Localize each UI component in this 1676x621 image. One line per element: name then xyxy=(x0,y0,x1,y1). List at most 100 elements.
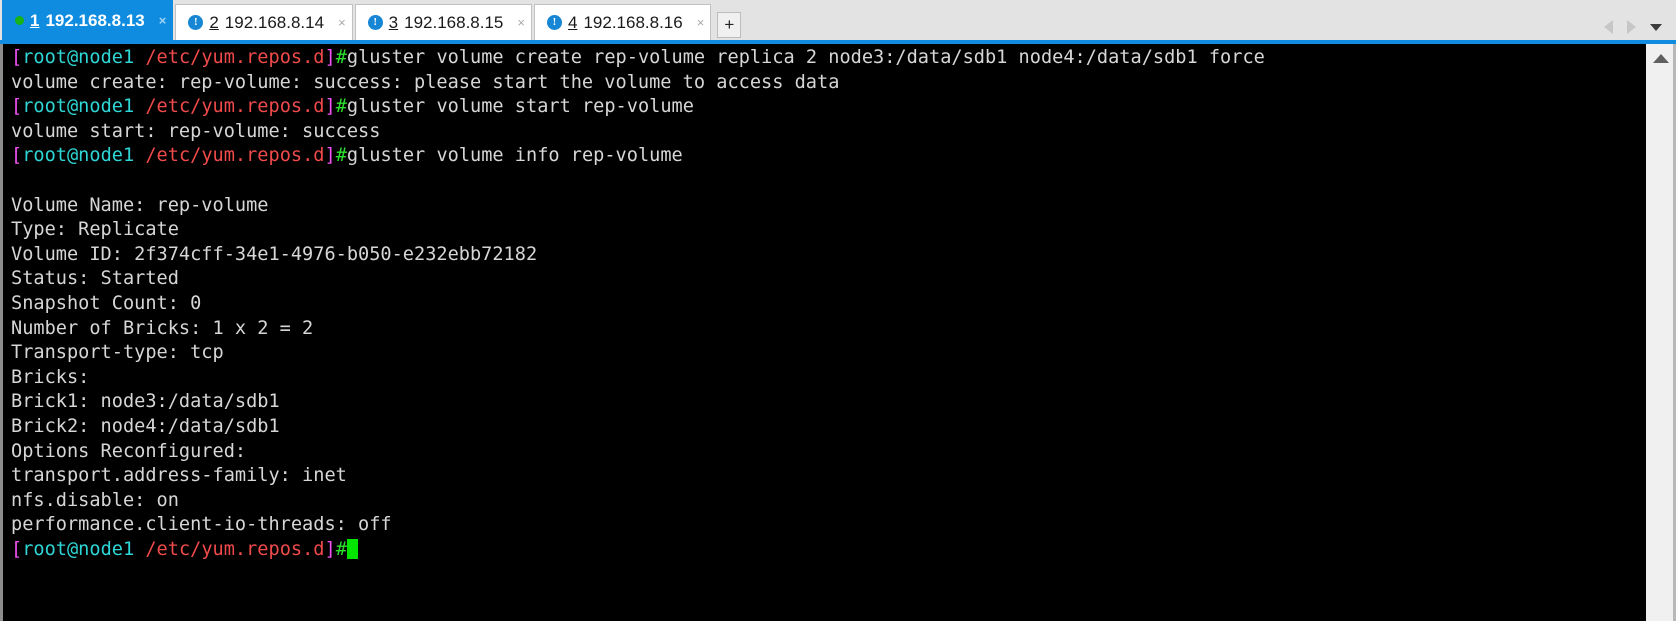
prompt-command: gluster volume start rep-volume xyxy=(346,96,694,118)
scrollbar-track[interactable] xyxy=(1646,72,1676,621)
terminal-output-line: volume create: rep-volume: success: plea… xyxy=(11,71,1645,96)
terminal-window: 1 192.168.8.13 ×! 2 192.168.8.14 ×! 3 192.16… xyxy=(0,0,1676,621)
terminal-prompt-line: [root@node1 /etc/yum.repos.d]#gluster vo… xyxy=(11,46,1645,71)
tab-index: 4 xyxy=(567,12,578,32)
output-text: Brick2: node4:/data/sdb1 xyxy=(11,415,280,437)
close-icon[interactable]: × xyxy=(338,16,346,29)
prompt-open-bracket: [ xyxy=(11,145,23,167)
prompt-path: /etc/yum.repos.d xyxy=(145,145,325,167)
terminal-output-line: Volume ID: 2f374cff-34e1-4976-b050-e232e… xyxy=(11,243,1645,268)
tab-label: 192.168.8.15 xyxy=(404,12,504,32)
tab-index: 2 xyxy=(209,12,219,32)
prompt-path: /etc/yum.repos.d xyxy=(145,538,325,560)
terminal-prompt-line: [root@node1 /etc/yum.repos.d]#gluster vo… xyxy=(11,144,1645,169)
output-text: volume create: rep-volume: success: plea… xyxy=(11,71,840,93)
triangle-right-icon[interactable] xyxy=(1627,20,1636,34)
output-text: nfs.disable: on xyxy=(11,489,179,511)
terminal-output-line: volume start: rep-volume: success xyxy=(11,120,1645,145)
prompt-open-bracket: [ xyxy=(11,47,23,68)
prompt-open-bracket: [ xyxy=(11,96,23,118)
info-exclamation-icon: ! xyxy=(367,15,383,30)
close-icon[interactable]: × xyxy=(697,16,705,29)
prompt-close-bracket: ] xyxy=(324,538,336,560)
output-text: volume start: rep-volume: success xyxy=(11,120,381,142)
output-text: Volume ID: 2f374cff-34e1-4976-b050-e232e… xyxy=(11,243,538,265)
output-text: Type: Replicate xyxy=(11,219,179,241)
terminal-output[interactable]: [root@node1 /etc/yum.repos.d]#gluster vo… xyxy=(0,44,1645,621)
terminal-prompt-line: [root@node1 /etc/yum.repos.d]#gluster vo… xyxy=(11,95,1645,120)
tab-192.168.8.13[interactable]: 1 192.168.8.13 × xyxy=(2,0,174,40)
green-dot-icon xyxy=(15,16,24,25)
output-text: Brick1: node3:/data/sdb1 xyxy=(11,391,280,413)
vertical-scrollbar[interactable] xyxy=(1645,44,1676,621)
terminal-output-line: transport.address-family: inet xyxy=(11,464,1645,489)
output-text: Transport-type: tcp xyxy=(11,342,224,364)
terminal-output-line: nfs.disable: on xyxy=(11,489,1645,514)
output-text: Snapshot Count: 0 xyxy=(11,292,202,314)
prompt-command: gluster volume create rep-volume replica… xyxy=(346,47,1265,68)
close-icon[interactable]: × xyxy=(159,14,167,27)
info-exclamation-icon: ! xyxy=(188,15,204,30)
tab-bar-controls xyxy=(1604,20,1676,40)
tab-index: 3 xyxy=(388,12,399,32)
prompt-close-bracket: ] xyxy=(324,145,336,167)
output-text: transport.address-family: inet xyxy=(11,465,347,487)
prompt-path: /etc/yum.repos.d xyxy=(145,47,325,68)
tab-192.168.8.16[interactable]: ! 4 192.168.8.16 × xyxy=(533,4,712,40)
output-text: Status: Started xyxy=(11,268,179,290)
prompt-command: gluster volume info rep-volume xyxy=(346,145,683,167)
terminal-output-line: Snapshot Count: 0 xyxy=(11,292,1645,317)
prompt-user-host: root@node1 xyxy=(22,96,135,118)
tab-label: 192.168.8.16 xyxy=(583,12,683,32)
terminal-output-line: Volume Name: rep-volume xyxy=(11,194,1645,219)
terminal-output-line: Brick2: node4:/data/sdb1 xyxy=(11,415,1645,440)
prompt-user-host: root@node1 xyxy=(22,538,135,560)
terminal-output-line: Number of Bricks: 1 x 2 = 2 xyxy=(11,317,1645,342)
prompt-close-bracket: ] xyxy=(324,47,336,68)
new-tab-button[interactable]: + xyxy=(717,12,742,38)
prompt-hash: # xyxy=(335,96,347,118)
triangle-left-icon[interactable] xyxy=(1604,20,1613,34)
tab-strip: 1 192.168.8.13 ×! 2 192.168.8.14 ×! 3 192.16… xyxy=(0,0,713,40)
terminal-output-line: Options Reconfigured: xyxy=(11,440,1645,465)
terminal-output-line: Type: Replicate xyxy=(11,218,1645,243)
terminal-output-line: Brick1: node3:/data/sdb1 xyxy=(11,390,1645,415)
window-body: [root@node1 /etc/yum.repos.d]#gluster vo… xyxy=(0,44,1676,621)
terminal-output-line: Status: Started xyxy=(11,267,1645,292)
scroll-up-button[interactable] xyxy=(1646,44,1676,72)
prompt-hash: # xyxy=(335,145,347,167)
tab-192.168.8.14[interactable]: ! 2 192.168.8.14 × xyxy=(175,4,353,40)
tab-label: 192.168.8.13 xyxy=(45,10,145,30)
chevron-up-icon xyxy=(1653,53,1669,63)
tab-192.168.8.15[interactable]: ! 3 192.168.8.15 × xyxy=(354,4,532,40)
terminal-prompt-line: [root@node1 /etc/yum.repos.d]# xyxy=(11,538,1645,563)
prompt-close-bracket: ] xyxy=(324,96,336,118)
terminal-output-line: Transport-type: tcp xyxy=(11,341,1645,366)
chevron-down-icon[interactable] xyxy=(1650,23,1662,31)
output-text: Options Reconfigured: xyxy=(11,440,247,462)
prompt-hash: # xyxy=(335,538,347,560)
close-icon[interactable]: × xyxy=(517,16,525,29)
tab-bar: 1 192.168.8.13 ×! 2 192.168.8.14 ×! 3 192.16… xyxy=(0,0,1676,44)
info-exclamation-icon: ! xyxy=(546,15,562,30)
tab-label: 192.168.8.14 xyxy=(224,12,325,32)
terminal-output-line xyxy=(11,169,1645,194)
terminal-cursor xyxy=(346,538,358,559)
prompt-path: /etc/yum.repos.d xyxy=(145,96,325,118)
prompt-hash: # xyxy=(335,47,347,68)
terminal-output-line: Bricks: xyxy=(11,366,1645,391)
tab-index: 1 xyxy=(30,10,40,30)
output-text: Bricks: xyxy=(11,366,90,388)
prompt-user-host: root@node1 xyxy=(22,145,135,167)
output-text: performance.client-io-threads: off xyxy=(11,514,392,536)
output-text: Volume Name: rep-volume xyxy=(11,194,269,216)
prompt-open-bracket: [ xyxy=(11,538,23,560)
prompt-user-host: root@node1 xyxy=(22,47,135,68)
output-text: Number of Bricks: 1 x 2 = 2 xyxy=(11,317,314,339)
terminal-output-line: performance.client-io-threads: off xyxy=(11,513,1645,538)
